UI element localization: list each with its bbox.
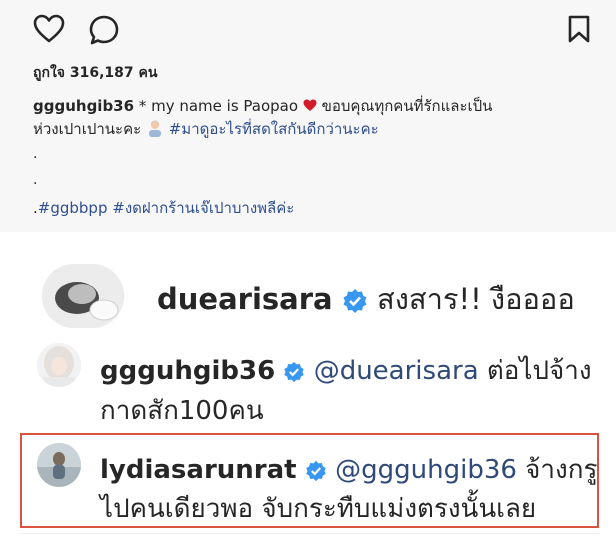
comment-3-line-1: lydiasarunrat @ggguhgib36 จ้างกรู	[100, 449, 597, 490]
caption-line-1: ggguhgib36 * my name is Paopao ขอบคุณทุก…	[33, 96, 492, 117]
caption-dot-1: .	[33, 146, 38, 162]
caption-text-2: ห่วงเปาเปานะคะ	[33, 120, 146, 138]
avatar[interactable]	[37, 443, 81, 487]
comment-3-line-2: ไปคนเดียวพอ จับกระทืบแม่งตรงนั้นเลย	[100, 494, 537, 524]
verified-badge-icon	[343, 289, 367, 313]
caption-text-1: * my name is Paopao	[134, 97, 303, 115]
bookmark-icon[interactable]	[568, 15, 590, 43]
avatar[interactable]	[37, 343, 81, 387]
comment-username[interactable]: lydiasarunrat	[100, 455, 297, 485]
person-emoji-icon	[148, 120, 161, 137]
comment-1: duearisara สงสาร!! งืออออ	[157, 276, 575, 322]
red-heart-icon	[303, 99, 317, 111]
comment-username[interactable]: duearisara	[157, 282, 333, 316]
likes-count[interactable]: ถูกใจ 316,187 คน	[33, 62, 157, 84]
caption-line-2: ห่วงเปาเปานะคะ #มาดูอะไรที่สดใสกันดีกว่า…	[33, 119, 379, 140]
comment-2-line-1: ggguhgib36 @duearisara ต่อไปจ้าง	[100, 350, 592, 391]
caption-text-1b: ขอบคุณทุกคนที่รักและเป็น	[316, 97, 493, 115]
verified-badge-icon	[284, 361, 305, 382]
verified-badge-icon	[306, 460, 326, 481]
comment-text: สงสาร!! งืออออ	[367, 282, 575, 316]
comment-text: ต่อไปจ้าง	[478, 356, 592, 386]
post-panel: ถูกใจ 316,187 คน ggguhgib36 * my name is…	[0, 0, 616, 232]
comment-mention[interactable]: @ggguhgib36	[335, 455, 517, 485]
avatar[interactable]	[42, 264, 124, 328]
comment-text: จ้างกรู	[516, 455, 598, 485]
comment-icon[interactable]	[88, 14, 120, 46]
caption-hashtag-1[interactable]: #มาดูอะไรที่สดใสกันดีกว่านะคะ	[169, 120, 379, 138]
divider	[20, 533, 599, 534]
comment-mention[interactable]: @duearisara	[314, 356, 479, 386]
comment-2-line-2: กาดสัก100คน	[100, 396, 264, 426]
comment-username[interactable]: ggguhgib36	[100, 356, 275, 386]
caption-dot-2: .	[33, 172, 38, 188]
caption-username[interactable]: ggguhgib36	[33, 97, 134, 115]
caption-line-3: .#ggbbpp #งดฝากร้านเจ๊เปาบางพลีค่ะ	[33, 198, 294, 219]
heart-icon[interactable]	[33, 14, 65, 44]
caption-hashtags[interactable]: #ggbbpp #งดฝากร้านเจ๊เปาบางพลีค่ะ	[38, 199, 295, 217]
